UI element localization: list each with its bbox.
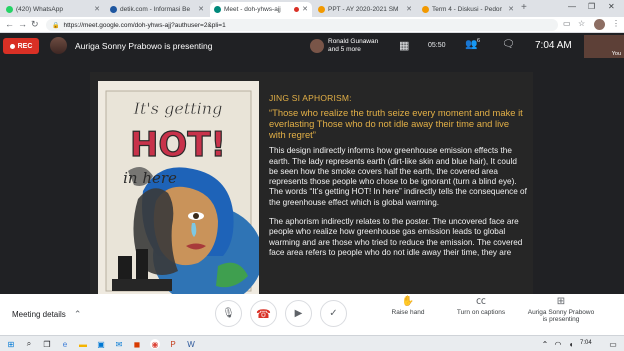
- hand-icon: ✋: [401, 296, 415, 307]
- notifications-icon[interactable]: ▭: [608, 339, 618, 349]
- chrome-icon[interactable]: ◉: [150, 339, 160, 349]
- maximize-icon[interactable]: ❐: [588, 2, 595, 11]
- self-label: You: [611, 51, 621, 57]
- classroom-icon: [422, 6, 429, 13]
- participant-count: 6: [477, 38, 481, 44]
- poster-title-line1: It's getting: [133, 99, 223, 118]
- whatsapp-icon: [6, 6, 13, 13]
- tab-ppt[interactable]: PPT - AY 2020-2021 SMP-P ✕: [314, 2, 416, 17]
- captions-button[interactable]: ㏄ Turn on captions: [448, 296, 514, 316]
- network-icon[interactable]: ◠: [553, 339, 563, 349]
- meet-icon: [214, 6, 221, 13]
- store-icon[interactable]: ▣: [96, 339, 106, 349]
- profile-avatar[interactable]: [594, 19, 605, 30]
- close-window-icon[interactable]: ✕: [608, 2, 615, 11]
- leave-call-button[interactable]: ☎: [250, 300, 277, 327]
- tab-detik[interactable]: detik.com - Informasi Berita T ✕: [106, 2, 208, 17]
- new-tab-button[interactable]: +: [521, 2, 527, 13]
- presenter-avatar: [50, 37, 67, 54]
- tab-whatsapp[interactable]: (420) WhatsApp ✕: [2, 2, 104, 17]
- meeting-clock: 7:04 AM: [535, 40, 572, 51]
- taskbar-clock: 7:04: [580, 340, 592, 346]
- recording-dot-icon: [294, 7, 299, 12]
- close-tab-icon[interactable]: ✕: [508, 5, 514, 13]
- close-tab-icon[interactable]: ✕: [94, 5, 100, 13]
- meeting-details-button[interactable]: Meeting details ⌃: [12, 309, 81, 320]
- shared-slide: It's getting HOT! in here JING SI APHORI…: [90, 72, 533, 294]
- present-screen-icon: ⊞: [556, 296, 566, 307]
- video-camera-icon: ▶: [294, 308, 303, 319]
- word-icon[interactable]: W: [186, 339, 196, 349]
- meet-top-bar: REC Auriga Sonny Prabowo is presenting R…: [0, 34, 624, 58]
- microphone-icon: 🎙: [222, 308, 235, 319]
- address-bar-row: ← → ↻ 🔒 https://meet.google.com/doh-yhws…: [0, 17, 624, 33]
- poster-title-line3: in here: [123, 169, 177, 187]
- closed-captions-icon: ㏄: [476, 296, 486, 307]
- close-tab-icon[interactable]: ✕: [302, 5, 308, 13]
- volume-icon[interactable]: ◖: [566, 339, 576, 349]
- recording-badge: REC: [3, 38, 39, 54]
- checkmark-icon: ✓: [329, 308, 338, 319]
- aphorism-quote: “Those who realize the truth seize every…: [269, 107, 523, 141]
- participant-avatar: [310, 39, 324, 53]
- task-view-icon[interactable]: ❐: [42, 339, 52, 349]
- camera-permission-icon[interactable]: ▭: [563, 19, 571, 28]
- camera-button[interactable]: ▶: [285, 300, 312, 327]
- chevron-up-icon: ⌃: [73, 309, 82, 319]
- url-field[interactable]: 🔒 https://meet.google.com/doh-yhws-ajj?a…: [46, 19, 558, 31]
- close-tab-icon[interactable]: ✕: [198, 5, 204, 13]
- poster-illustration: It's getting HOT! in here: [98, 81, 259, 294]
- bookmark-star-icon[interactable]: ☆: [578, 19, 585, 28]
- self-view-tile[interactable]: You: [584, 35, 624, 58]
- detik-icon: [110, 6, 117, 13]
- file-explorer-icon[interactable]: ▬: [78, 339, 88, 349]
- office-icon[interactable]: ◼: [132, 339, 142, 349]
- grid-layout-icon[interactable]: ▦: [399, 39, 409, 52]
- slide-text-block: JING SI APHORISM: “Those who realize the…: [269, 93, 527, 267]
- search-icon[interactable]: ⌕: [24, 339, 34, 349]
- tray-chevron-icon[interactable]: ⌃: [540, 339, 550, 349]
- presentation-stage: It's getting HOT! in here JING SI APHORI…: [0, 58, 624, 294]
- back-icon[interactable]: ←: [5, 19, 14, 29]
- url-text: https://meet.google.com/doh-yhws-ajj?aut…: [63, 21, 226, 29]
- menu-kebab-icon[interactable]: ⋮: [612, 19, 620, 28]
- poster-title-line2: HOT!: [130, 125, 226, 165]
- slide-paragraph-2: The aphorism indirectly relates to the p…: [269, 217, 523, 257]
- close-tab-icon[interactable]: ✕: [406, 5, 412, 13]
- forward-icon[interactable]: →: [18, 19, 27, 29]
- aphorism-heading: JING SI APHORISM:: [269, 93, 352, 103]
- presenting-button[interactable]: ⊞ Auriga Sonny Prabowo is presenting: [522, 296, 600, 324]
- meeting-timer: 05:50: [428, 42, 446, 49]
- edge-icon[interactable]: e: [60, 339, 70, 349]
- windows-taskbar: ⊞ ⌕ ❐ e ▬ ▣ ✉ ◼ ◉ P W ⌃ ◠ ◖ 7:04 ▭: [0, 335, 624, 351]
- hang-up-icon: ☎: [256, 306, 271, 321]
- slide-paragraph-1: This design indirectly informs how green…: [269, 146, 527, 207]
- tab-meet[interactable]: Meet - doh-yhws-ajj ✕: [210, 2, 312, 17]
- browser-tab-strip: (420) WhatsApp ✕ detik.com - Informasi B…: [0, 0, 624, 17]
- checkmark-button[interactable]: ✓: [320, 300, 347, 327]
- mail-icon[interactable]: ✉: [114, 339, 124, 349]
- lock-icon: 🔒: [52, 22, 60, 29]
- chat-icon[interactable]: 🗨: [502, 39, 515, 50]
- participants-summary: Ronald Gunawan and 5 more: [328, 38, 379, 53]
- windows-start-icon[interactable]: ⊞: [6, 339, 16, 349]
- reload-icon[interactable]: ↻: [31, 19, 39, 30]
- microphone-button[interactable]: 🎙: [215, 300, 242, 327]
- tab-term4[interactable]: Term 4 - Diskusi - Pedoman ✕: [418, 2, 518, 17]
- raise-hand-button[interactable]: ✋ Raise hand: [388, 296, 428, 316]
- presenting-label: Auriga Sonny Prabowo is presenting: [75, 41, 213, 51]
- people-icon[interactable]: 👥: [465, 39, 477, 50]
- minimize-icon[interactable]: —: [568, 2, 576, 11]
- slides-icon: [318, 6, 325, 13]
- powerpoint-icon[interactable]: P: [168, 339, 178, 349]
- meet-control-bar: Meeting details ⌃ 🎙 ☎ ▶ ✓ ✋ Raise hand ㏄…: [0, 294, 624, 335]
- poster-image: It's getting HOT! in here: [98, 81, 259, 294]
- record-dot-icon: [9, 43, 15, 49]
